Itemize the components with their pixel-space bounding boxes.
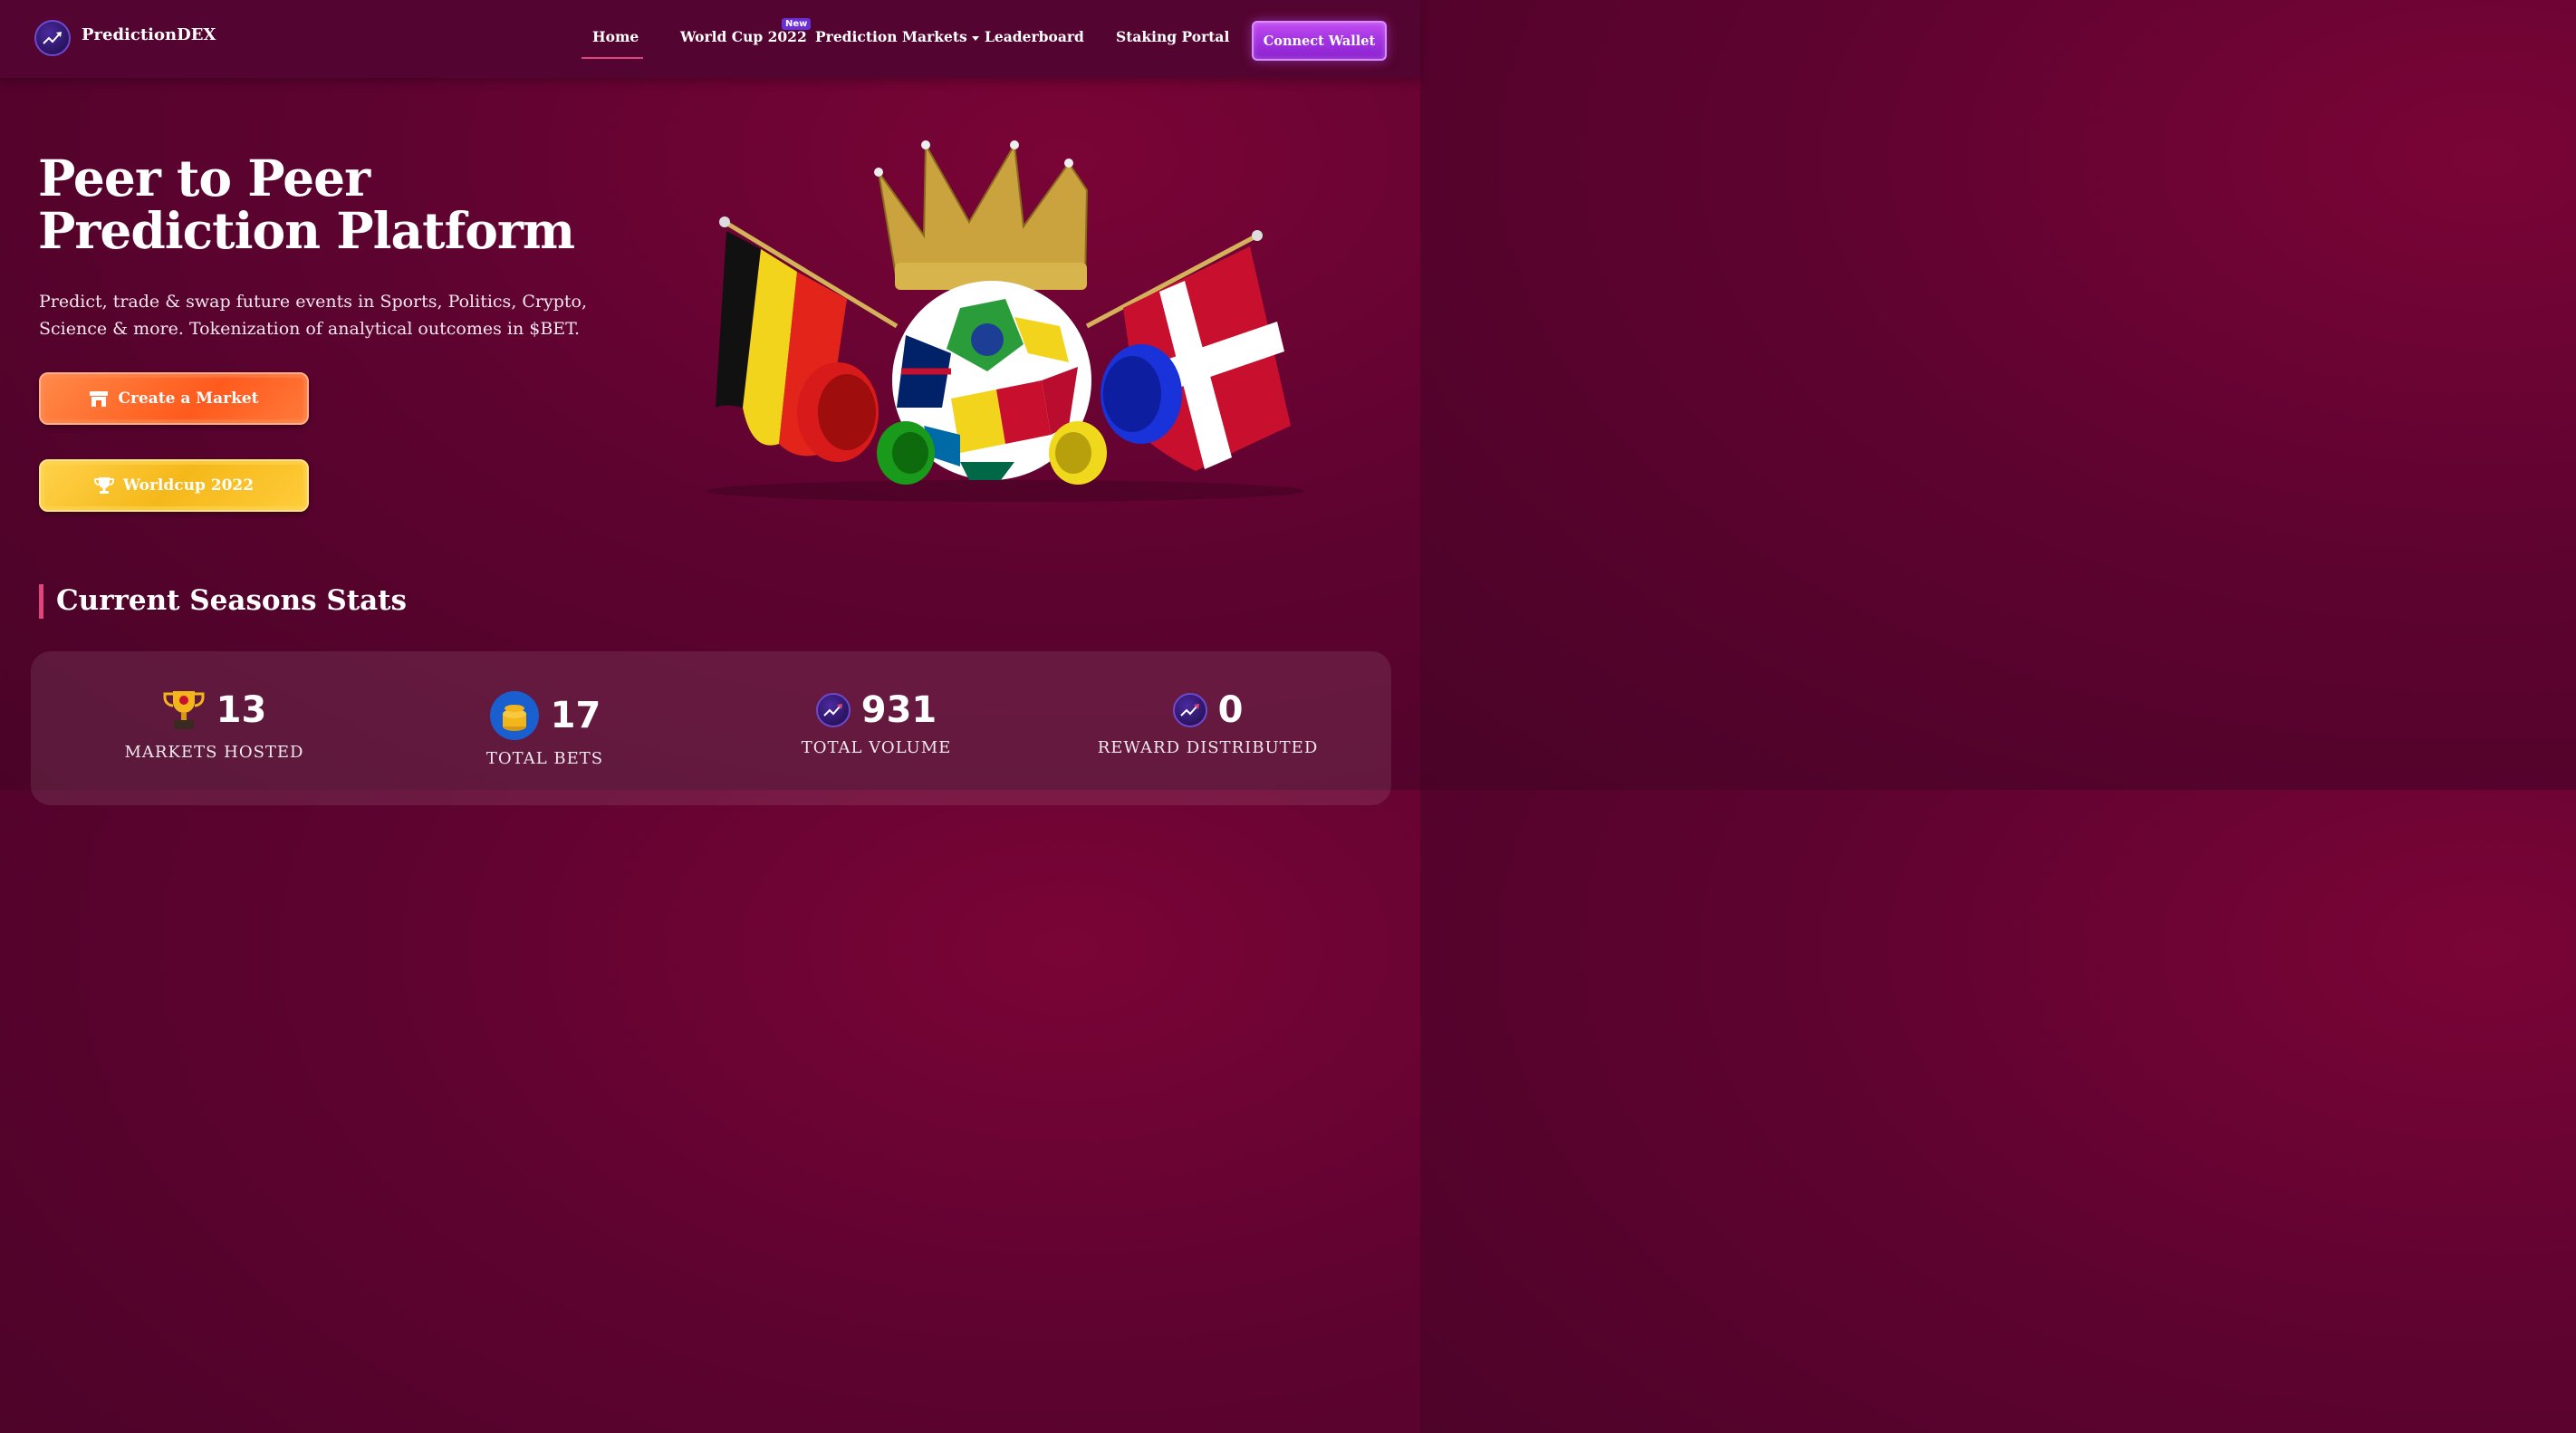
connect-wallet-button[interactable]: Connect Wallet [1252, 21, 1387, 61]
hero-title-line2: Prediction Platform [38, 201, 575, 260]
stat-reward-distributed: 0 REWARD DISTRIBUTED [1038, 651, 1378, 787]
stat-label: TOTAL VOLUME [801, 738, 952, 757]
brand-logo-icon[interactable] [34, 20, 71, 56]
worldcup-illustration [706, 140, 1304, 502]
stat-value: 17 [550, 695, 601, 736]
nav-prediction-markets-label: Prediction Markets [815, 28, 967, 45]
stat-label: MARKETS HOSTED [124, 743, 304, 762]
new-badge: New [782, 18, 812, 30]
stats-panel: 13 MARKETS HOSTED 17 TOTAL BETS 931 TOTA… [31, 651, 1391, 805]
stat-value: 0 [1217, 689, 1244, 731]
nav-staking-portal[interactable]: Staking Portal [1116, 28, 1229, 45]
chevron-down-icon [971, 35, 979, 41]
coins-icon [489, 691, 539, 740]
hero-description: Predict, trade & swap future events in S… [39, 292, 588, 339]
nav-prediction-markets[interactable]: Prediction Markets [815, 28, 979, 45]
create-market-label: Create a Market [118, 390, 259, 408]
worldcup-button[interactable]: Worldcup 2022 [39, 459, 309, 512]
stat-total-volume: 931 TOTAL VOLUME [706, 651, 1046, 787]
nav-world-cup[interactable]: World Cup 2022 [680, 28, 807, 45]
worldcup-label: Worldcup 2022 [122, 476, 255, 495]
stat-label: TOTAL BETS [485, 749, 604, 768]
section-accent-bar [39, 584, 43, 619]
brand-name[interactable]: PredictionDEX [82, 25, 216, 44]
stat-value: 931 [860, 689, 937, 731]
stat-label: REWARD DISTRIBUTED [1097, 738, 1319, 757]
trophy-icon [163, 691, 205, 729]
store-icon [90, 391, 109, 407]
nav-home[interactable]: Home [592, 28, 639, 45]
create-market-button[interactable]: Create a Market [39, 372, 309, 425]
trend-arrow-icon [43, 32, 62, 44]
stat-markets-hosted: 13 MARKETS HOSTED [44, 651, 384, 787]
stat-value: 13 [216, 689, 267, 731]
hero-title: Peer to Peer Prediction Platform [38, 152, 600, 257]
top-navbar: PredictionDEX Home World Cup 2022 New Pr… [0, 0, 1420, 78]
nav-active-indicator [582, 57, 643, 59]
trophy-icon [94, 477, 114, 494]
stat-total-bets: 17 TOTAL BETS [375, 651, 715, 787]
crown [874, 140, 1089, 290]
nav-leaderboard[interactable]: Leaderboard [985, 28, 1084, 45]
hero-title-line1: Peer to Peer [38, 149, 370, 207]
trend-arrow-icon [1172, 693, 1207, 727]
trend-arrow-icon [815, 693, 851, 727]
stats-section-title: Current Seasons Stats [56, 584, 407, 617]
